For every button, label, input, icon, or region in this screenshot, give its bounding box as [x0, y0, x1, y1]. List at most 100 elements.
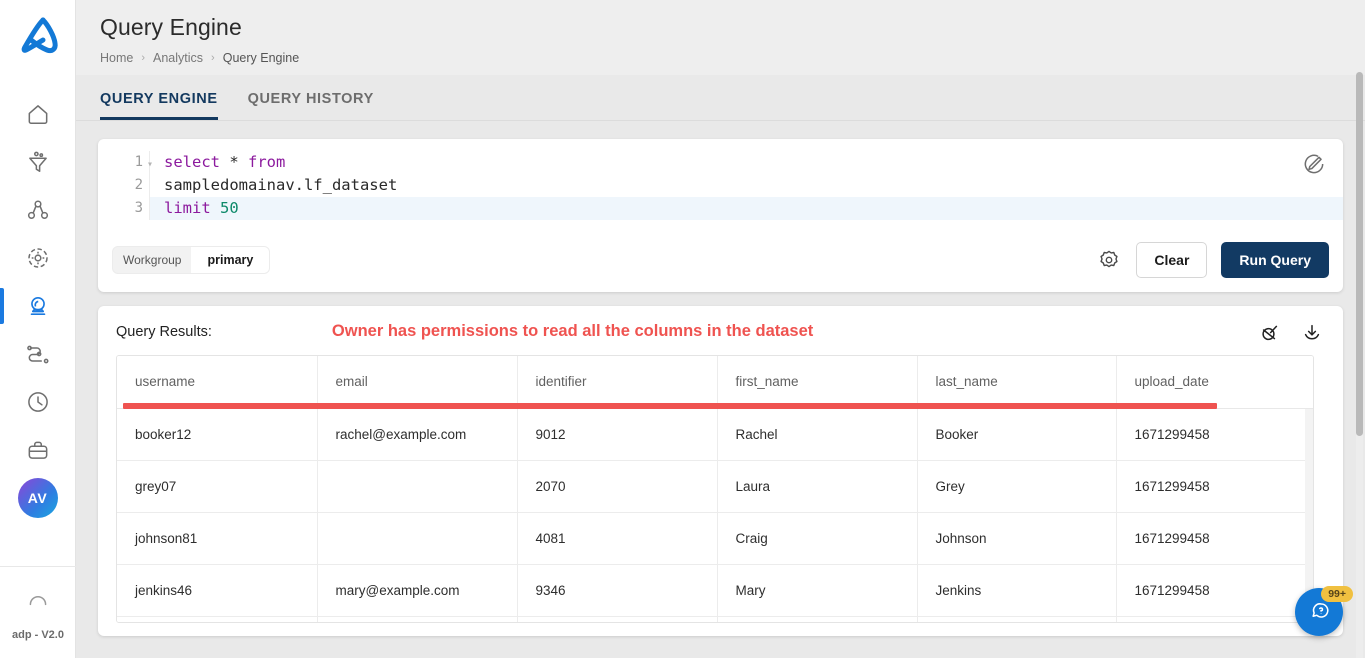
cell-last-name: Johnson: [917, 512, 1117, 565]
sidebar-item-home[interactable]: [0, 90, 75, 138]
table-row: jenkins46 mary@example.com 9346 Mary Jen…: [117, 564, 1313, 617]
download-results-button[interactable]: [1299, 320, 1325, 346]
cell-first-name: Rachel: [717, 408, 918, 461]
column-header-upload-date[interactable]: upload_date: [1116, 356, 1313, 409]
editor-gutter: 1 ▾ 2 3: [110, 151, 153, 220]
breadcrumb-item-analytics[interactable]: Analytics: [153, 51, 203, 65]
chat-question-icon: [1312, 603, 1329, 618]
run-query-button[interactable]: Run Query: [1221, 242, 1329, 278]
briefcase-icon: [28, 441, 47, 459]
query-settings-button[interactable]: [1096, 247, 1122, 273]
clock-icon: [27, 392, 48, 412]
app-version-label: adp - V2.0: [12, 629, 64, 641]
network-nodes-icon: [27, 200, 48, 219]
sidebar-item-history[interactable]: [0, 378, 75, 426]
fold-chevron-icon[interactable]: ▾: [147, 153, 153, 176]
gutter-line-2: 2: [134, 177, 143, 193]
table-row: booker12 rachel@example.com 9012 Rachel …: [117, 408, 1313, 461]
gutter-line-3: 3: [134, 200, 143, 216]
breadcrumb: Home › Analytics › Query Engine: [100, 51, 1365, 65]
column-header-username[interactable]: username: [117, 356, 318, 409]
page-scrollbar-thumb[interactable]: [1356, 72, 1363, 436]
crystal-ball-icon: [30, 296, 45, 316]
table-row: grey07 2070 Laura Grey 1671299458: [117, 460, 1313, 513]
clear-button[interactable]: Clear: [1136, 242, 1208, 278]
cell-first-name: Mary: [717, 564, 918, 617]
column-header-identifier[interactable]: identifier: [517, 356, 718, 409]
cell-first-name: [717, 616, 918, 622]
workflow-path-icon: [26, 345, 49, 364]
tab-bar: QUERY ENGINE QUERY HISTORY: [76, 75, 1365, 121]
gutter-line-1: 1 ▾: [110, 151, 153, 174]
cell-email: [317, 512, 518, 565]
visualize-chart-icon: [1262, 325, 1278, 341]
download-icon: [1304, 324, 1320, 340]
breadcrumb-separator-icon: ›: [211, 52, 215, 64]
sidebar-nav: AV: [0, 90, 75, 522]
cell-last-name: Grey: [917, 460, 1117, 513]
cell-upload-date: 1671299458: [1116, 512, 1313, 565]
edit-pencil-circle-icon: [1304, 154, 1324, 174]
editor-code[interactable]: select * from sampledomainav.lf_dataset …: [150, 151, 1343, 220]
funnel-icon: [28, 151, 47, 172]
column-header-last-name[interactable]: last_name: [917, 356, 1117, 409]
cell-upload-date: 1671299458: [1116, 564, 1313, 617]
gear-circle-icon: [27, 248, 48, 268]
table-header-row: username email identifier first_name las…: [117, 356, 1313, 409]
results-actions: [1257, 320, 1325, 346]
column-header-email[interactable]: email: [317, 356, 518, 409]
breadcrumb-separator-icon: ›: [141, 52, 146, 64]
cell-last-name: Booker: [917, 408, 1117, 461]
cell-username: jenkins46: [117, 564, 318, 617]
results-title: Query Results:: [116, 323, 212, 340]
sidebar-user-avatar[interactable]: AV: [0, 474, 75, 522]
cell-identifier: 2070: [517, 460, 718, 513]
home-icon: [28, 105, 47, 124]
sidebar-item-lineage[interactable]: [0, 186, 75, 234]
adp-logo-icon: [21, 17, 58, 54]
sidebar: AV adp - V2.0: [0, 0, 76, 658]
cell-identifier: 4081: [517, 512, 718, 565]
cell-first-name: Craig: [717, 512, 918, 565]
sidebar-item-workflows[interactable]: [0, 330, 75, 378]
workgroup-label: Workgroup: [123, 253, 182, 267]
sidebar-item-data-quality[interactable]: [0, 138, 75, 186]
editor-actions: Clear Run Query: [1096, 242, 1329, 278]
cell-identifier: [517, 616, 718, 622]
tab-query-history[interactable]: QUERY HISTORY: [248, 91, 374, 120]
column-header-first-name[interactable]: first_name: [717, 356, 918, 409]
sql-editor[interactable]: 1 ▾ 2 3 select * from sampledomainav.lf_…: [98, 139, 1343, 232]
edit-query-button[interactable]: [1299, 149, 1329, 179]
editor-toolbar: Workgroup primary Clear Run Query: [98, 232, 1343, 292]
cell-username: booker12: [117, 408, 318, 461]
results-table-container[interactable]: username email identifier first_name las…: [116, 355, 1314, 623]
app-logo[interactable]: [0, 0, 75, 76]
table-row: johnson81 4081 Craig Johnson 1671299458: [117, 512, 1313, 565]
page-header: Query Engine Home › Analytics › Query En…: [76, 0, 1365, 75]
sidebar-item-collapse[interactable]: [25, 573, 51, 613]
workgroup-value: primary: [191, 247, 270, 273]
tab-query-engine[interactable]: QUERY ENGINE: [100, 91, 218, 120]
chat-unread-badge: 99+: [1321, 585, 1353, 602]
panel-collapse-icon: [29, 596, 47, 606]
cell-last-name: [917, 616, 1117, 622]
visualize-button[interactable]: [1257, 320, 1283, 346]
sidebar-item-settings[interactable]: [0, 234, 75, 282]
sidebar-item-query-engine[interactable]: [0, 282, 75, 330]
cell-username: johnson81: [117, 512, 318, 565]
cell-email: [317, 616, 518, 622]
workgroup-selector[interactable]: Workgroup primary: [112, 246, 271, 274]
breadcrumb-item-home[interactable]: Home: [100, 51, 133, 65]
cell-email: [317, 460, 518, 513]
sidebar-item-catalog[interactable]: [0, 426, 75, 474]
settings-flower-icon: [1100, 250, 1118, 268]
code-line-3: limit 50: [150, 197, 1343, 220]
cell-first-name: Laura: [717, 460, 918, 513]
cell-upload-date: 1671299458: [1116, 408, 1313, 461]
cell-email: rachel@example.com: [317, 408, 518, 461]
code-line-1: select * from: [164, 153, 286, 171]
avatar: AV: [17, 478, 58, 518]
cell-username: grey07: [117, 460, 318, 513]
main-area: Query Engine Home › Analytics › Query En…: [76, 0, 1365, 658]
page-title: Query Engine: [100, 14, 242, 40]
